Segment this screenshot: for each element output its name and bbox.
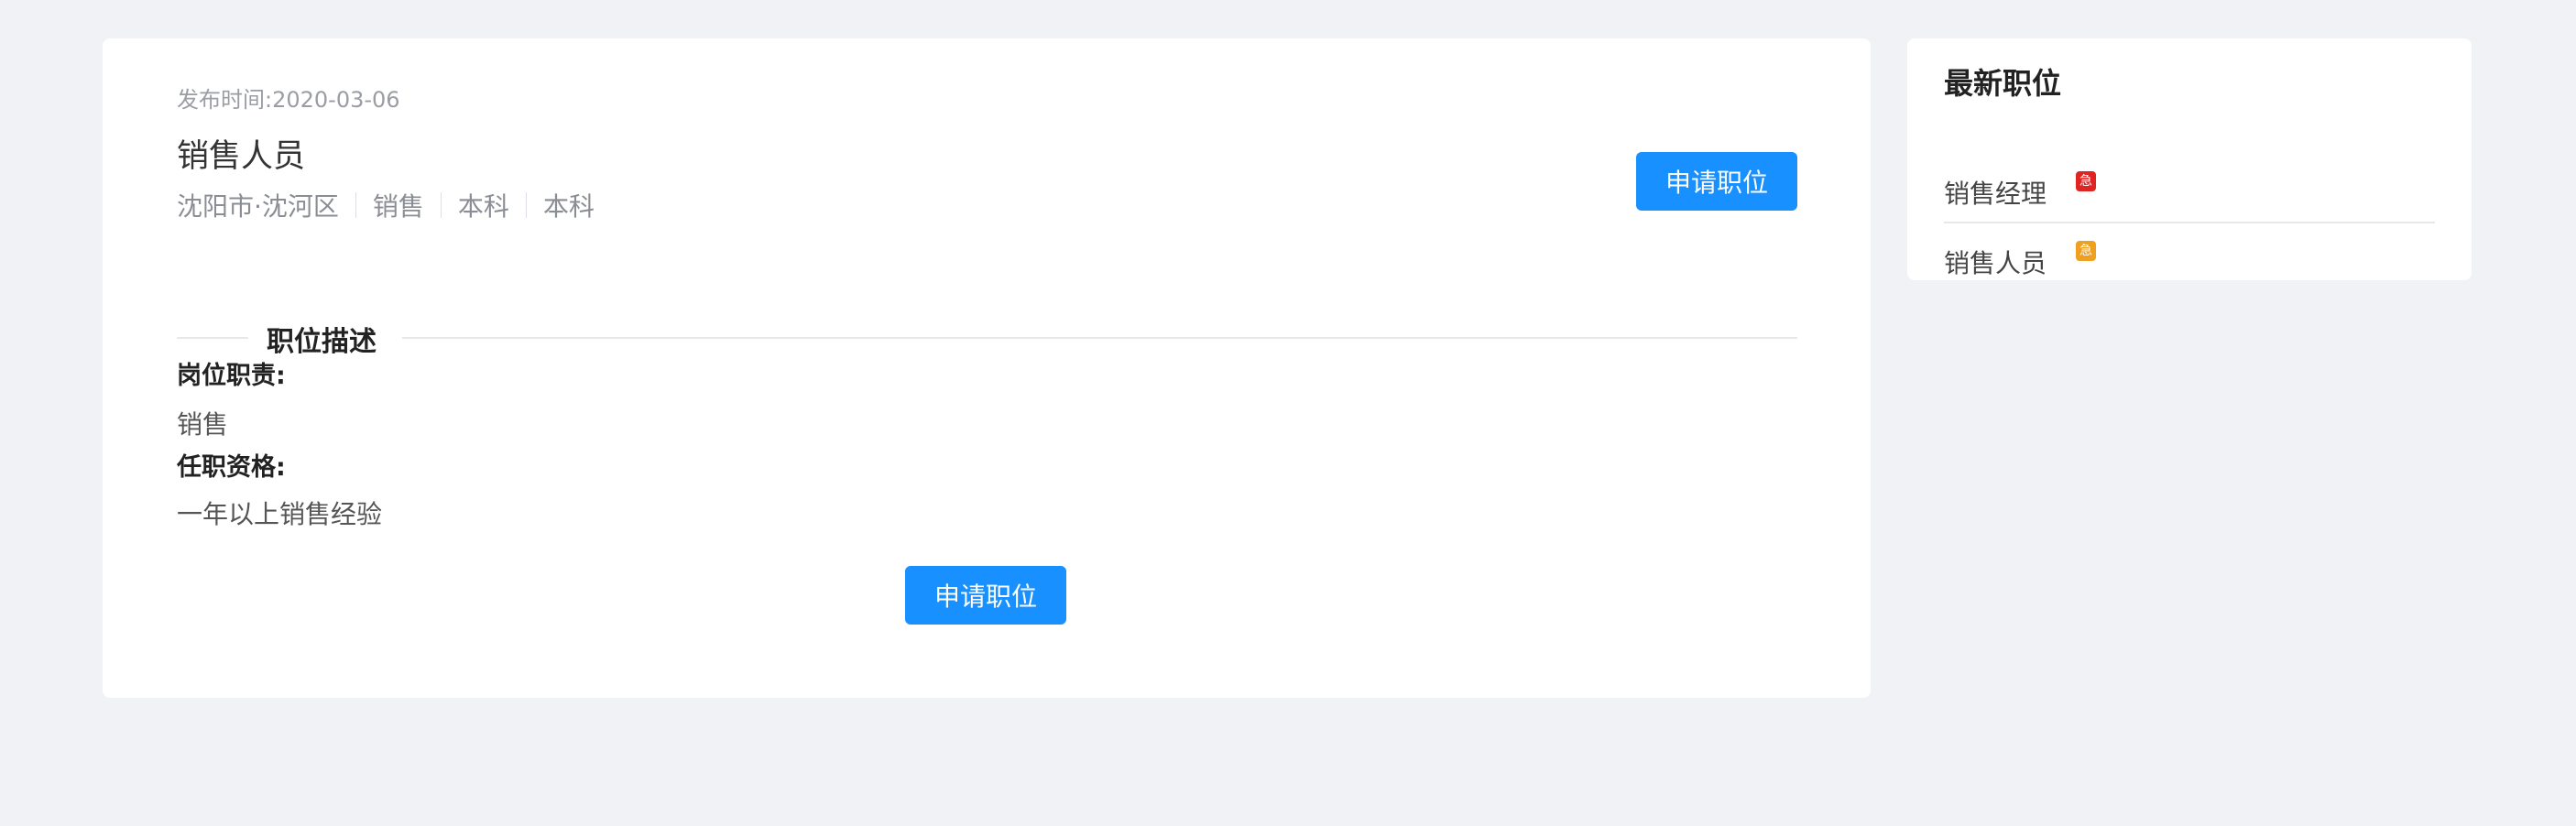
tag-location: 沈阳市·沈河区 bbox=[177, 191, 339, 222]
job-detail-card: 发布时间:2020-03-06 销售人员 沈阳市·沈河区 销售 本科 本科 申请… bbox=[103, 38, 1871, 698]
tag-category: 销售 bbox=[372, 191, 424, 222]
latest-jobs-title: 最新职位 bbox=[1944, 66, 2062, 101]
urgent-badge: 急 bbox=[2076, 171, 2097, 191]
latest-job-item[interactable]: 销售经理 急 bbox=[1944, 154, 2435, 223]
publish-time: 发布时间:2020-03-06 bbox=[177, 87, 400, 113]
divider-line-right bbox=[402, 337, 1797, 339]
latest-job-label: 销售经理 bbox=[1944, 179, 2047, 209]
divider-line-left bbox=[177, 337, 248, 339]
latest-jobs-card: 最新职位 销售经理 急 销售人员 急 bbox=[1907, 38, 2472, 280]
latest-job-label: 销售人员 bbox=[1944, 248, 2047, 278]
tag-separator bbox=[525, 192, 527, 218]
qualifications-label: 任职资格: bbox=[177, 453, 286, 482]
duties-text: 销售 bbox=[177, 409, 229, 440]
tag-education: 本科 bbox=[457, 191, 509, 222]
section-divider: 职位描述 bbox=[177, 297, 1797, 379]
urgent-badge: 急 bbox=[2076, 241, 2097, 261]
tag-separator bbox=[355, 192, 356, 218]
duties-label: 岗位职责: bbox=[177, 362, 286, 390]
apply-button-bottom[interactable]: 申请职位 bbox=[905, 566, 1066, 625]
job-title: 销售人员 bbox=[177, 138, 306, 175]
tag-degree: 本科 bbox=[542, 191, 595, 222]
tag-separator bbox=[440, 192, 442, 218]
job-tags: 沈阳市·沈河区 销售 本科 本科 bbox=[177, 187, 595, 223]
apply-button-top[interactable]: 申请职位 bbox=[1636, 152, 1797, 211]
qualifications-text: 一年以上销售经验 bbox=[177, 499, 383, 529]
latest-job-item[interactable]: 销售人员 急 bbox=[1944, 223, 2435, 291]
section-title: 职位描述 bbox=[267, 326, 377, 358]
